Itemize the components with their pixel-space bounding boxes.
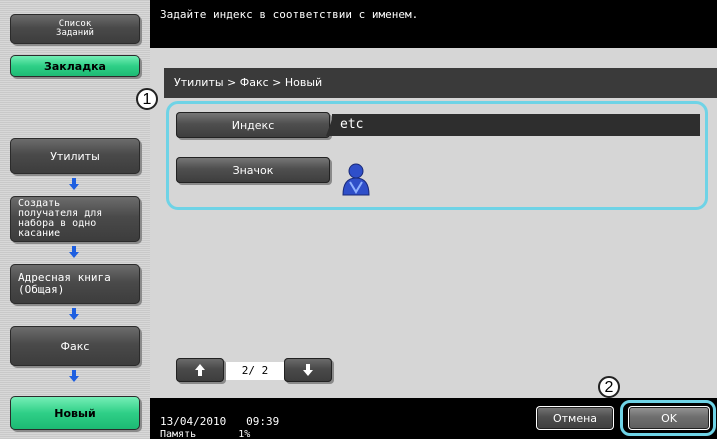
breadcrumb: Утилиты > Факс > Новый [164, 68, 717, 98]
datetime: 13/04/2010 09:39 [160, 415, 280, 428]
arrow-down-icon [69, 308, 79, 320]
page-up-button[interactable] [176, 358, 224, 382]
page-down-button[interactable] [284, 358, 332, 382]
callout-1: 1 [136, 88, 158, 110]
highlight-ok [620, 400, 716, 436]
arrow-down-icon [69, 370, 79, 382]
arrow-down-icon [69, 246, 79, 258]
arrow-up-icon [195, 364, 205, 376]
page-indicator: 2/ 2 [226, 362, 284, 380]
sidebar-step-new[interactable]: Новый [10, 396, 140, 430]
sidebar: Список Заданий Закладка Утилиты Создать … [0, 0, 150, 439]
sidebar-step-fax[interactable]: Факс [10, 326, 140, 366]
screen: Список Заданий Закладка Утилиты Создать … [0, 0, 717, 440]
highlight-fields [166, 101, 708, 210]
callout-2: 2 [598, 376, 620, 398]
instruction-text: Задайте индекс в соответствии с именем. [160, 8, 419, 21]
message-bar: Задайте индекс в соответствии с именем. [150, 0, 717, 48]
sidebar-step-address-book[interactable]: Адресная книга (Общая) [10, 264, 140, 304]
arrow-down-icon [69, 178, 79, 190]
job-list-button[interactable]: Список Заданий [10, 14, 140, 44]
cancel-button[interactable]: Отмена [536, 406, 614, 430]
arrow-down-icon [303, 364, 313, 376]
sidebar-step-create-recipient[interactable]: Создать получателя для набора в одно кас… [10, 196, 140, 242]
sidebar-step-utilities[interactable]: Утилиты [10, 138, 140, 174]
bookmark-button[interactable]: Закладка [10, 55, 140, 77]
